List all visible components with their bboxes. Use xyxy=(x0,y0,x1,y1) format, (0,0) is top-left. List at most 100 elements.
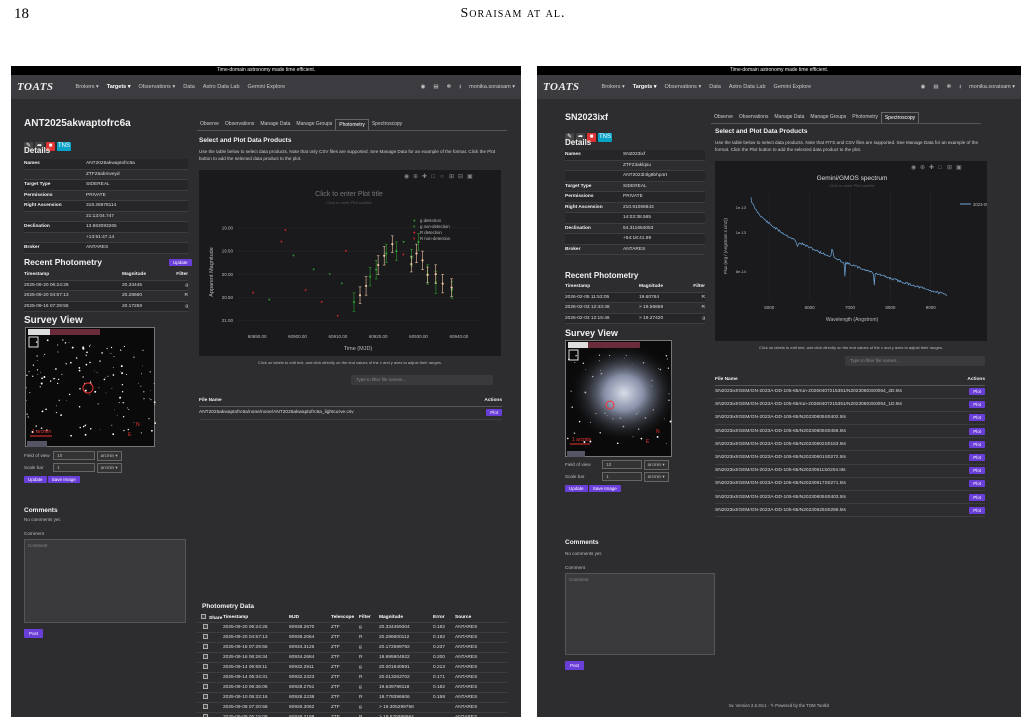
scale-input[interactable]: 1 xyxy=(53,463,96,472)
user-menu[interactable]: monika.soraisam ▾ xyxy=(469,84,515,90)
share-checkbox[interactable] xyxy=(203,694,208,699)
plot-button[interactable]: Plot xyxy=(969,388,985,396)
settings-icon[interactable]: ✻ xyxy=(947,84,952,90)
comment-textarea[interactable]: Comment xyxy=(565,573,715,655)
nav-targets[interactable]: Targets ▾ xyxy=(633,84,657,90)
scale-unit-select[interactable]: arcmin ▾ xyxy=(643,472,669,482)
upload-icon[interactable]: ⭳ xyxy=(959,83,961,92)
tab-manage-data[interactable]: Manage Data xyxy=(771,112,807,123)
plot-button[interactable]: Plot xyxy=(969,480,985,488)
tab-manage-groups[interactable]: Manage Groups xyxy=(293,119,335,130)
update-view-button[interactable]: Update xyxy=(565,485,588,492)
nav-astro-data-lab[interactable]: Astro Data Lab xyxy=(729,84,766,90)
plot-hint: Click on labels to edit text, and click … xyxy=(759,345,943,350)
nav-brokers[interactable]: Brokers ▾ xyxy=(76,84,99,90)
plot-button[interactable]: Plot xyxy=(969,467,985,475)
tab-spectroscopy[interactable]: Spectroscopy xyxy=(880,112,920,123)
x-tick: 60890.00 xyxy=(248,334,267,339)
plot-button[interactable]: Plot xyxy=(486,409,502,416)
spectrum-plot[interactable]: Gemini/GMOS spectrum Click to enter Plot … xyxy=(715,161,996,341)
post-button[interactable]: Post xyxy=(24,629,44,638)
fov-unit-select[interactable]: arcmin ▾ xyxy=(96,451,122,461)
tab-spectroscopy[interactable]: Spectroscopy xyxy=(369,119,405,130)
tab-observations[interactable]: Observations xyxy=(222,119,257,130)
github-icon[interactable]: ◉ xyxy=(921,84,926,90)
user-menu[interactable]: monika.soraisam ▾ xyxy=(969,84,1015,90)
logo[interactable]: TOATS xyxy=(17,81,54,93)
lightcurve-plot[interactable]: Click to enter Plot title Click to enter … xyxy=(199,170,501,356)
fov-unit-select[interactable]: arcmin ▾ xyxy=(643,460,669,470)
file-row: SN2023ixf/GEM/GN-2023A-DD-105-65/N202306… xyxy=(715,451,985,465)
update-view-button[interactable]: Update xyxy=(24,476,47,483)
plot-button[interactable]: Plot xyxy=(969,493,985,501)
phot-row: 2025-09-08 07:20:58 60926.3062 ZTF g > 19.30… xyxy=(197,703,507,713)
share-checkbox[interactable] xyxy=(203,714,208,717)
nav-data[interactable]: Data xyxy=(183,84,195,90)
star xyxy=(126,407,128,409)
survey-image[interactable]: 1 arcmin N E xyxy=(565,340,679,457)
phot-header: Error xyxy=(433,615,445,620)
tab-manage-data[interactable]: Manage Data xyxy=(257,119,293,130)
docs-icon[interactable]: ▤ xyxy=(433,84,438,90)
tns-button[interactable]: TNS xyxy=(598,133,612,142)
post-button[interactable]: Post xyxy=(565,661,585,670)
plot-toolbar-icon: ⊟ xyxy=(458,174,463,180)
tab-observations[interactable]: Observations xyxy=(736,112,771,123)
scale-input[interactable]: 1 xyxy=(602,472,643,481)
star xyxy=(89,394,91,396)
share-checkbox[interactable] xyxy=(203,664,208,669)
phot-header-row: Share Timestamp MJD Telescope Filter Magnitud… xyxy=(197,613,507,623)
share-checkbox[interactable] xyxy=(203,674,208,679)
share-checkbox[interactable] xyxy=(203,704,208,709)
nav-observations[interactable]: Observations ▾ xyxy=(665,84,702,90)
share-checkbox[interactable] xyxy=(203,654,208,659)
nav-data[interactable]: Data xyxy=(709,84,721,90)
fov-input[interactable]: 10 xyxy=(53,451,96,460)
docs-icon[interactable]: ▤ xyxy=(933,84,938,90)
file-filter-input[interactable]: Type to filter file names... xyxy=(351,375,493,385)
plot-button[interactable]: Plot xyxy=(969,506,985,514)
share-checkbox[interactable] xyxy=(203,644,208,649)
file-filter-input[interactable]: Type to filter file names... xyxy=(845,356,985,366)
nav-gemini-explore[interactable]: Gemini Explore xyxy=(774,84,812,90)
star xyxy=(64,342,67,344)
tns-button[interactable]: TNS xyxy=(57,142,71,151)
phot-share-cell xyxy=(197,674,223,681)
share-checkbox[interactable] xyxy=(203,684,208,689)
tab-photometry[interactable]: Photometry xyxy=(335,119,369,130)
settings-icon[interactable]: ✻ xyxy=(447,84,452,90)
plot-button[interactable]: Plot xyxy=(969,454,985,462)
plot-button[interactable]: Plot xyxy=(969,401,985,409)
share-all-checkbox[interactable] xyxy=(201,614,206,619)
plot-button[interactable]: Plot xyxy=(969,414,985,422)
upload-icon[interactable]: ⭳ xyxy=(459,83,461,92)
logo[interactable]: TOATS xyxy=(543,81,580,93)
tab-manage-groups[interactable]: Manage Groups xyxy=(807,112,849,123)
details-value: SIDEREAL xyxy=(623,183,647,189)
nav-gemini-explore[interactable]: Gemini Explore xyxy=(248,84,286,90)
tab-observe[interactable]: Observe xyxy=(711,112,736,123)
share-checkbox[interactable] xyxy=(203,634,208,639)
nav-targets[interactable]: Targets ▾ xyxy=(107,84,131,90)
star xyxy=(56,412,58,414)
nav-observations[interactable]: Observations ▾ xyxy=(139,84,176,90)
comment-textarea[interactable]: Comment xyxy=(24,539,186,623)
plot-button[interactable]: Plot xyxy=(969,427,985,435)
plot-button[interactable]: Plot xyxy=(969,440,985,448)
save-image-button[interactable]: Save Image xyxy=(588,485,621,492)
phot-cell: 0.168 xyxy=(433,695,446,700)
github-icon[interactable]: ◉ xyxy=(421,84,426,90)
tab-photometry[interactable]: Photometry xyxy=(849,112,881,123)
recent-cell: 20.28660 xyxy=(122,293,143,299)
share-checkbox[interactable] xyxy=(203,624,208,629)
tab-observe[interactable]: Observe xyxy=(197,119,222,130)
nav-brokers[interactable]: Brokers ▾ xyxy=(602,84,625,90)
star xyxy=(70,361,72,364)
phot-row: 2025-09-14 06:59:11 60932.2911 ZTF g 20.0018… xyxy=(197,663,507,673)
save-image-button[interactable]: Save Image xyxy=(47,476,80,483)
survey-image[interactable]: 1 arcmin N E xyxy=(25,327,157,447)
update-photometry-button[interactable]: Update xyxy=(169,259,192,266)
scale-unit-select[interactable]: arcmin ▾ xyxy=(96,463,122,473)
fov-input[interactable]: 10 xyxy=(602,460,643,469)
nav-astro-data-lab[interactable]: Astro Data Lab xyxy=(203,84,240,90)
